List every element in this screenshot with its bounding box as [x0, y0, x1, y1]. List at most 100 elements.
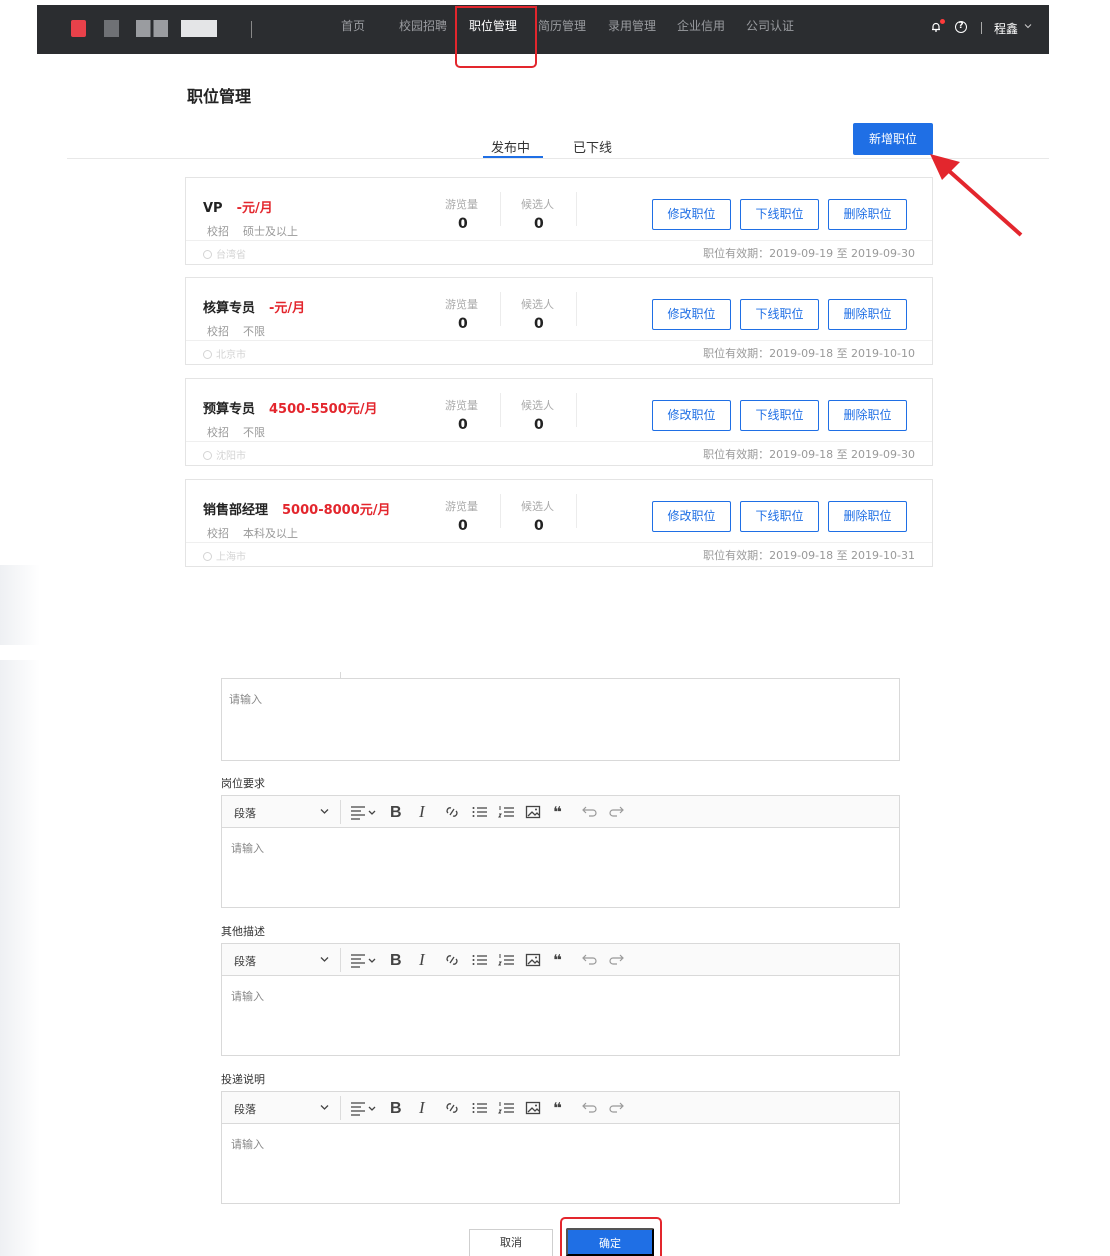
offline-job-button[interactable]: 下线职位: [740, 199, 819, 230]
quote-icon[interactable]: ❝: [553, 1098, 562, 1118]
rich-text-editor[interactable]: 段落 B I ❝ 请输入: [221, 943, 900, 1056]
quote-icon[interactable]: ❝: [553, 802, 562, 822]
job-title[interactable]: 预算专员 4500-5500元/月: [203, 398, 378, 417]
quote-icon[interactable]: ❝: [553, 950, 562, 970]
divider: [500, 393, 501, 427]
redo-icon[interactable]: [608, 1098, 626, 1118]
notification-dot: [940, 19, 945, 24]
redo-icon[interactable]: [608, 950, 626, 970]
nav-item-resume-management[interactable]: 简历管理: [538, 17, 586, 34]
chevron-down-icon[interactable]: [320, 1104, 329, 1111]
help-icon[interactable]: ?: [955, 21, 967, 33]
job-salary: -元/月: [269, 301, 306, 316]
edit-job-button[interactable]: 修改职位: [652, 400, 731, 431]
link-icon[interactable]: [444, 950, 460, 970]
location-pin-icon: [203, 552, 212, 561]
redo-icon[interactable]: [608, 802, 626, 822]
bullet-list-icon[interactable]: [471, 1098, 489, 1118]
bullet-list-icon[interactable]: [471, 950, 489, 970]
annotation-highlight-box: [560, 1217, 662, 1256]
offline-job-button[interactable]: 下线职位: [740, 299, 819, 330]
ordered-list-icon[interactable]: [498, 950, 516, 970]
nav-item-company-credit[interactable]: 企业信用: [677, 17, 725, 34]
bullet-list-icon[interactable]: [471, 802, 489, 822]
job-title[interactable]: 核算专员 -元/月: [203, 297, 305, 316]
divider: [500, 494, 501, 528]
background-shade: [0, 565, 40, 645]
image-icon[interactable]: [525, 1098, 541, 1118]
editor-toolbar: 段落 B I ❝: [222, 796, 899, 828]
undo-icon[interactable]: [580, 950, 598, 970]
offline-job-button[interactable]: 下线职位: [740, 501, 819, 532]
views-count: 0: [458, 518, 468, 534]
link-icon[interactable]: [444, 1098, 460, 1118]
paragraph-select[interactable]: 段落: [234, 805, 256, 821]
delete-job-button[interactable]: 删除职位: [828, 299, 907, 330]
user-name[interactable]: 程鑫: [994, 20, 1018, 37]
page-title: 职位管理: [187, 87, 252, 106]
italic-icon[interactable]: I: [419, 950, 425, 970]
edit-job-button[interactable]: 修改职位: [652, 501, 731, 532]
cancel-button[interactable]: 取消: [469, 1229, 553, 1256]
nav-divider: [251, 21, 252, 38]
divider: [576, 494, 577, 528]
align-icon[interactable]: [350, 950, 378, 970]
chevron-down-icon[interactable]: [320, 808, 329, 815]
job-type: 校招: [207, 325, 229, 338]
image-icon[interactable]: [525, 950, 541, 970]
rich-text-editor[interactable]: 段落 B I ❝ 请输入: [221, 1091, 900, 1204]
field-label: 岗位要求: [221, 777, 265, 790]
link-icon[interactable]: [444, 802, 460, 822]
chevron-down-icon[interactable]: [1024, 22, 1032, 30]
job-validity: 职位有效期：2019-09-18 至 2019-10-10: [703, 347, 915, 360]
tab-offline[interactable]: 已下线: [573, 137, 612, 156]
edit-job-button[interactable]: 修改职位: [652, 299, 731, 330]
nav-item-hire-management[interactable]: 录用管理: [608, 17, 656, 34]
rich-text-editor[interactable]: 段落 B I ❝ 请输入: [221, 795, 900, 908]
chevron-down-icon[interactable]: [320, 956, 329, 963]
delete-job-button[interactable]: 删除职位: [828, 501, 907, 532]
candidates-label: 候选人: [521, 198, 554, 211]
editor-placeholder: 请输入: [229, 693, 262, 706]
bold-icon[interactable]: B: [390, 802, 402, 822]
tab-published[interactable]: 发布中: [491, 137, 530, 156]
paragraph-select[interactable]: 段落: [234, 1101, 256, 1117]
job-validity: 职位有效期：2019-09-18 至 2019-10-31: [703, 549, 915, 562]
divider: [576, 292, 577, 326]
location-pin-icon: [203, 350, 212, 359]
add-job-button[interactable]: 新增职位: [853, 123, 933, 155]
editor-placeholder: 请输入: [231, 990, 264, 1003]
editor-toolbar: 段落 B I ❝: [222, 944, 899, 976]
job-description-editor[interactable]: [221, 678, 900, 761]
ordered-list-icon[interactable]: [498, 1098, 516, 1118]
bell-icon[interactable]: [931, 22, 941, 32]
align-icon[interactable]: [350, 802, 378, 822]
job-title[interactable]: 销售部经理 5000-8000元/月: [203, 499, 391, 518]
offline-job-button[interactable]: 下线职位: [740, 400, 819, 431]
nav-item-home[interactable]: 首页: [341, 17, 365, 34]
views-label: 游览量: [445, 298, 478, 311]
edit-job-button[interactable]: 修改职位: [652, 199, 731, 230]
toolbar-divider: [340, 1096, 341, 1120]
job-salary: 4500-5500元/月: [269, 402, 378, 417]
align-icon[interactable]: [350, 1098, 378, 1118]
job-salary: -元/月: [236, 201, 273, 216]
bold-icon[interactable]: B: [390, 1098, 402, 1118]
bold-icon[interactable]: B: [390, 950, 402, 970]
job-title[interactable]: VP -元/月: [203, 197, 273, 216]
nav-item-company-certification[interactable]: 公司认证: [746, 17, 794, 34]
undo-icon[interactable]: [580, 1098, 598, 1118]
delete-job-button[interactable]: 删除职位: [828, 199, 907, 230]
delete-job-button[interactable]: 删除职位: [828, 400, 907, 431]
image-icon[interactable]: [525, 802, 541, 822]
divider: [576, 192, 577, 226]
italic-icon[interactable]: I: [419, 802, 425, 822]
italic-icon[interactable]: I: [419, 1098, 425, 1118]
background-shade: [0, 660, 40, 1256]
field-label: 其他描述: [221, 925, 265, 938]
ordered-list-icon[interactable]: [498, 802, 516, 822]
paragraph-select[interactable]: 段落: [234, 953, 256, 969]
nav-item-campus-recruit[interactable]: 校园招聘: [399, 17, 447, 34]
undo-icon[interactable]: [580, 802, 598, 822]
company-logo[interactable]: [71, 20, 86, 37]
